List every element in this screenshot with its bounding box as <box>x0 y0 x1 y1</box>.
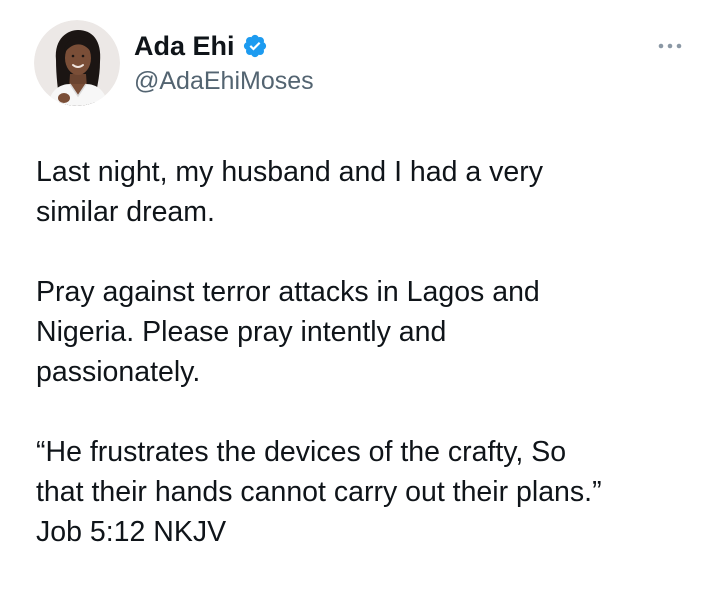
author-handle[interactable]: @AdaEhiMoses <box>134 67 314 96</box>
avatar-image <box>34 20 120 106</box>
tweet-header: Ada Ehi @AdaEhiMoses <box>0 0 720 120</box>
tweet-paragraph: Pray against terror attacks in Lagos and… <box>36 276 540 388</box>
verified-badge-icon <box>242 33 268 59</box>
tweet-paragraph: Last night, my husband and I had a very … <box>36 156 543 228</box>
more-horizontal-icon <box>658 43 682 49</box>
author-display-name[interactable]: Ada Ehi <box>134 31 235 62</box>
tweet-text: Last night, my husband and I had a very … <box>36 152 708 552</box>
author-name-row: Ada Ehi <box>134 29 268 63</box>
more-options-button[interactable] <box>652 36 688 56</box>
tweet-paragraph: “He frustrates the devices of the crafty… <box>36 436 602 548</box>
avatar[interactable] <box>34 20 120 106</box>
tweet-card: Ada Ehi @AdaEhiMoses Last night, my husb… <box>0 0 720 616</box>
